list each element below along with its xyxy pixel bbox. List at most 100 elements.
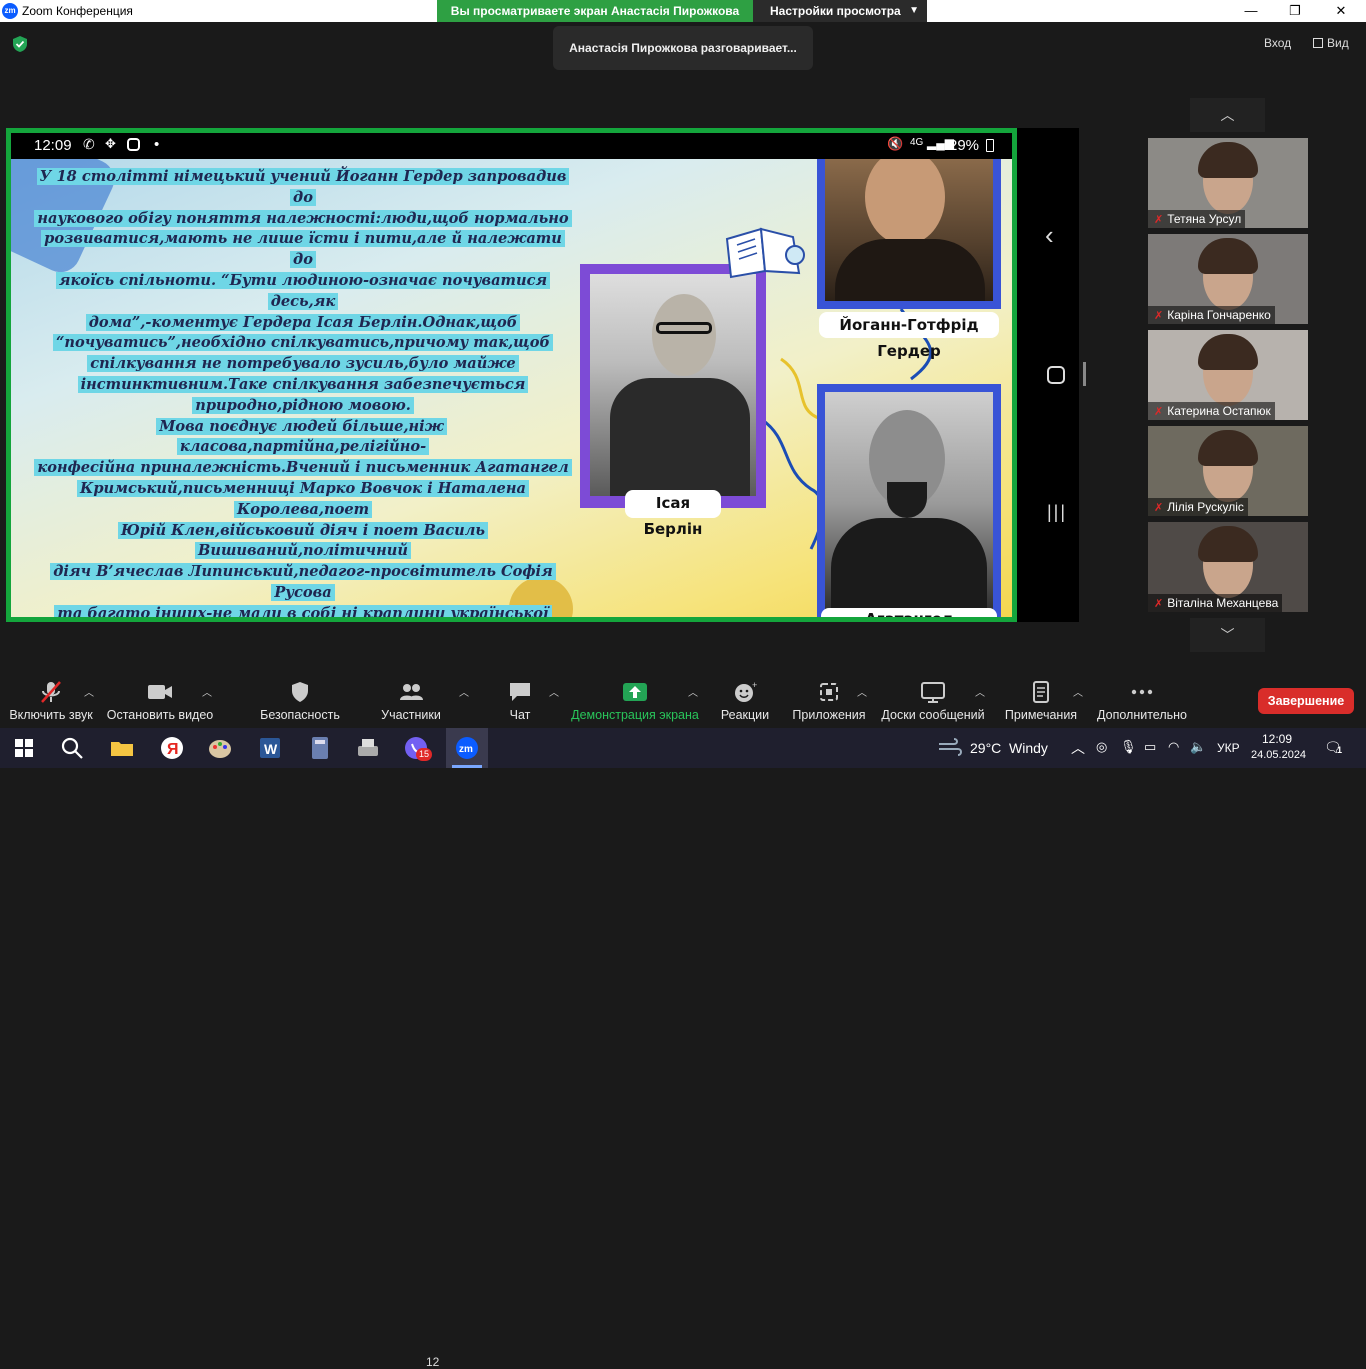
share-screen-icon (623, 683, 647, 701)
chat-button[interactable]: Чат (496, 672, 544, 728)
participants-count: 12 (426, 1355, 440, 1369)
tray-expand-chevron-icon[interactable]: ︿ (1071, 738, 1085, 758)
zoom-app-icon[interactable]: zm (453, 734, 481, 762)
slide-text-line: спілкування не потребувало зусиль,було м… (33, 354, 573, 375)
clock-time[interactable]: 12:09 (1262, 732, 1292, 746)
stop-video-button[interactable]: Остановить видео (106, 672, 214, 728)
apps-button[interactable]: Приложения (788, 672, 870, 728)
clock-date[interactable]: 24.05.2024 (1251, 749, 1306, 761)
svg-text:Я: Я (167, 741, 179, 758)
volume-icon[interactable]: 🔈 (1190, 739, 1206, 755)
audio-options-caret-icon[interactable]: ︿ (84, 684, 94, 699)
video-options-caret-icon[interactable]: ︿ (202, 684, 212, 699)
participant-tile[interactable]: ✗ Віталіна Механцева (1148, 522, 1308, 612)
caption-berlin: Ісая Берлін (625, 490, 721, 538)
windows-start-icon[interactable] (10, 734, 38, 762)
apps-icon (820, 683, 838, 701)
active-speaker-notice: Анастасія Пирожкова разговаривает... (553, 26, 813, 70)
back-chevron-icon[interactable]: ‹ (1045, 220, 1054, 251)
participant-tile[interactable]: ✗ Тетяна Урсул (1148, 138, 1308, 228)
participant-tile[interactable]: ✗ Каріна Гончаренко (1148, 234, 1308, 324)
share-screen-button[interactable]: Демонстрация экрана (570, 672, 700, 728)
slide-text-line-content: спілкування не потребувало зусиль,було м… (87, 355, 519, 373)
battery-tray-icon[interactable]: ▭ (1144, 739, 1156, 755)
weather-wind-icon[interactable] (936, 734, 964, 762)
whiteboards-options-caret-icon[interactable]: ︿ (975, 684, 985, 699)
end-meeting-button[interactable]: Завершение (1258, 688, 1354, 714)
gallery-down-button[interactable]: ﹀ (1190, 618, 1265, 652)
participants-options-caret-icon[interactable]: ︿ (459, 684, 469, 699)
share-options-caret-icon[interactable]: ︿ (688, 684, 698, 699)
weather-temp[interactable]: 29°C (970, 740, 1001, 756)
viber-unread-badge: 15 (416, 748, 433, 761)
slide-text-line: конфесійна приналежність.Вчений і письме… (33, 458, 573, 479)
splitter-handle[interactable] (1083, 362, 1086, 386)
meeting-toolbar: Включить звук ︿ Остановить видео ︿ Безоп… (0, 672, 1366, 1369)
notes-label: Примечания (1004, 708, 1078, 722)
slide-text-line-content: інстинктивним.Таке спілкування забезпечу… (77, 375, 529, 393)
notes-options-caret-icon[interactable]: ︿ (1073, 684, 1083, 699)
enter-label: Вход (1264, 36, 1292, 50)
slide-text-line-content: якоїсь спільноти. “Бути людиною-означає … (55, 271, 551, 310)
gallery-up-button[interactable]: ︿ (1190, 98, 1265, 132)
weather-text[interactable]: Windy (1009, 740, 1048, 756)
window-title: Zoom Конференция (22, 4, 133, 18)
encryption-shield-icon[interactable] (12, 35, 28, 53)
chat-options-caret-icon[interactable]: ︿ (549, 684, 559, 699)
chat-bubble-icon (510, 683, 530, 701)
microphone-icon[interactable]: 🎙 (1120, 739, 1137, 755)
participant-tile[interactable]: ✗ Лілія Рускуліс (1148, 426, 1308, 516)
slide-text-line: Юрій Клен,військовий діяч і поет Василь … (33, 521, 573, 563)
open-book-icon (725, 227, 805, 279)
mic-muted-icon: ✗ (1154, 214, 1164, 226)
herder-face (865, 159, 945, 245)
input-language[interactable]: УКР (1217, 741, 1240, 755)
slide-text-line-content: Кримський,письменниці Марко Вовчок і Нат… (77, 479, 529, 518)
slide-text-line: діяч В’ячеслав Липинський,педагог-просві… (33, 562, 573, 604)
participant-hair (1198, 238, 1258, 274)
recents-icon[interactable]: ||| (1047, 502, 1067, 523)
paint-icon[interactable] (206, 734, 234, 762)
notes-button[interactable]: Примечания (1000, 672, 1082, 728)
unmute-button[interactable]: Включить звук (4, 672, 98, 728)
participant-hair (1198, 430, 1258, 466)
participant-hair (1198, 526, 1258, 562)
minimize-button[interactable]: — (1228, 0, 1274, 22)
berlin-portrait (580, 264, 766, 508)
participants-button[interactable]: Участники (376, 672, 446, 728)
close-button[interactable]: ✕ (1318, 0, 1364, 22)
yandex-browser-icon[interactable]: Я (158, 734, 186, 762)
view-button[interactable]: Вид (1313, 36, 1349, 50)
battery-percent: 29% (949, 137, 980, 154)
participant-name-tag: ✗ Каріна Гончаренко (1148, 306, 1275, 324)
home-icon[interactable] (1047, 366, 1065, 384)
mic-muted-icon: ✗ (1154, 598, 1164, 610)
search-icon[interactable] (58, 734, 86, 762)
security-button[interactable]: Безопасность (256, 672, 344, 728)
apps-options-caret-icon[interactable]: ︿ (857, 684, 867, 699)
view-settings-dropdown[interactable]: Настройки просмотра ▼ (753, 0, 927, 22)
network-type: 4G (910, 137, 924, 148)
slide-text-line-content: діяч В’ячеслав Липинський,педагог-просві… (50, 563, 556, 601)
slide-text-line-content: У 18 столітті німецький учений Йоганн Ге… (36, 168, 570, 206)
whiteboards-label: Доски сообщений (881, 708, 985, 722)
berlin-face (652, 294, 716, 376)
shared-screen[interactable]: 12:09 ✆ ✥ • 🔇 4G ▂▄▆ 29% У 18 столітті н… (6, 128, 1079, 622)
herder-photo (825, 159, 993, 301)
enter-fullscreen-button[interactable]: Вход (1264, 36, 1291, 50)
scanner-app-icon[interactable] (354, 734, 382, 762)
more-button[interactable]: Дополнительно (1094, 672, 1190, 728)
slide-text-line: наукового обігу поняття належності:люди,… (33, 209, 573, 230)
reactions-button[interactable]: + Реакции (714, 672, 776, 728)
participant-tile[interactable]: ✗ Катерина Остапюк (1148, 330, 1308, 420)
battery-icon (986, 139, 994, 152)
webcam-icon[interactable]: ◎ (1096, 739, 1107, 755)
wifi-icon[interactable]: ◠ (1168, 739, 1179, 755)
whiteboards-button[interactable]: Доски сообщений (878, 672, 988, 728)
restore-button[interactable]: ❐ (1272, 0, 1318, 22)
calculator-icon[interactable] (306, 734, 334, 762)
word-icon[interactable]: W (256, 734, 284, 762)
slide-text-line: природно,рідною мовою. (33, 396, 573, 417)
dot-icon: • (154, 136, 160, 153)
file-explorer-icon[interactable] (108, 734, 136, 762)
